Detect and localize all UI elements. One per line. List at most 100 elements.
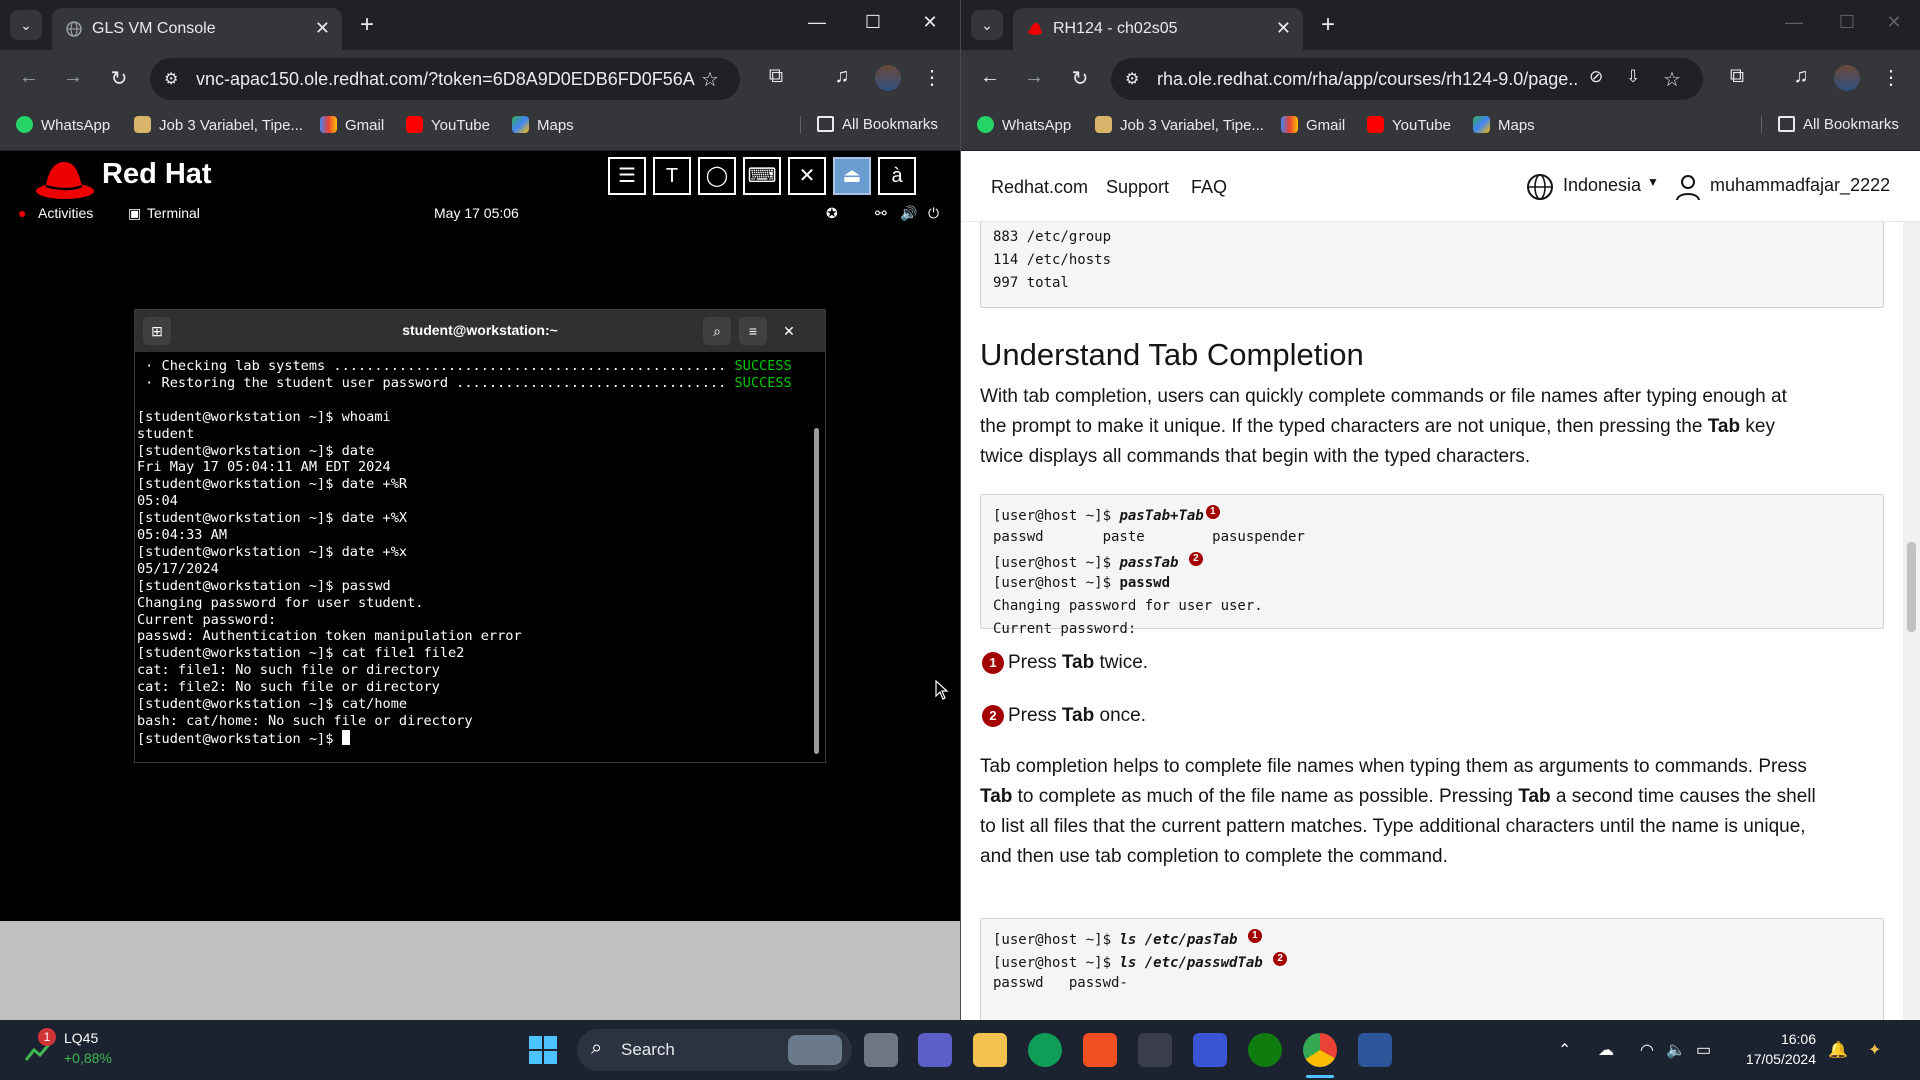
nav-link-faq[interactable]: FAQ [1191, 177, 1227, 198]
bookmark-youtube[interactable]: YouTube [1367, 116, 1451, 134]
bookmark-gmail[interactable]: Gmail [320, 116, 384, 134]
new-tab-button[interactable]: + [1313, 10, 1343, 40]
media-control-icon[interactable]: ♫ [828, 65, 856, 88]
all-bookmarks[interactable]: All Bookmarks [800, 116, 938, 133]
chrome-icon[interactable] [1303, 1033, 1337, 1067]
site-info-icon[interactable]: ⚙ [164, 69, 178, 89]
tab-rh124[interactable]: RH124 - ch02s05 ✕ [1013, 8, 1303, 50]
close-tab-icon[interactable]: ✕ [1276, 18, 1291, 39]
close-window-button[interactable]: ✕ [1874, 12, 1914, 33]
forward-button[interactable]: → [1019, 66, 1049, 89]
minimize-button[interactable]: — [1774, 12, 1814, 33]
vnc-scale-button[interactable]: ⏏ [833, 157, 871, 195]
task-view-icon[interactable] [864, 1033, 898, 1067]
vnc-refresh-button[interactable]: ◯ [698, 157, 736, 195]
bookmark-whatsapp[interactable]: WhatsApp [977, 116, 1071, 134]
back-button[interactable]: ← [14, 66, 44, 89]
copilot-icon[interactable]: ✦ [1868, 1040, 1881, 1060]
word-icon[interactable] [1358, 1033, 1392, 1067]
tab-search-button[interactable]: ⌄ [971, 10, 1003, 40]
wifi-icon[interactable]: ◠ [1640, 1040, 1654, 1060]
extensions-icon[interactable]: ⧉ [1723, 65, 1751, 88]
edge-icon[interactable] [1028, 1033, 1062, 1067]
username[interactable]: muhammadfajar_2222 [1710, 175, 1890, 196]
terminal-output[interactable]: · Checking lab systems .................… [137, 358, 807, 748]
tab-key-text: Tab [980, 786, 1013, 807]
new-tab-button[interactable]: + [352, 10, 382, 40]
install-app-icon[interactable]: ⇩ [1626, 67, 1640, 87]
nav-link-support[interactable]: Support [1106, 177, 1169, 198]
reload-button[interactable]: ↻ [104, 66, 134, 91]
battery-icon[interactable]: ▭ [1696, 1040, 1711, 1060]
terminal-scrollbar[interactable] [814, 428, 819, 754]
minimize-button[interactable]: — [797, 12, 837, 33]
power-icon[interactable]: ⏻ [928, 205, 939, 222]
bookmark-maps[interactable]: Maps [512, 116, 574, 134]
teams-icon[interactable] [918, 1033, 952, 1067]
reload-button[interactable]: ↻ [1065, 66, 1095, 91]
page-scrollbar[interactable] [1903, 222, 1920, 1020]
accessibility-icon[interactable]: ✪ [826, 205, 838, 222]
app-shield-icon[interactable] [1138, 1033, 1172, 1067]
network-icon[interactable]: ⚯ [875, 205, 887, 222]
forward-button[interactable]: → [58, 66, 88, 89]
maximize-button[interactable]: ☐ [853, 12, 893, 33]
back-button[interactable]: ← [975, 66, 1005, 89]
bookmark-star-icon[interactable]: ☆ [1663, 67, 1681, 92]
show-hidden-icons[interactable]: ⌃ [1558, 1040, 1571, 1060]
site-info-icon[interactable]: ⚙ [1125, 69, 1139, 89]
bookmark-job[interactable]: Job 3 Variabel, Tipe... [134, 116, 303, 134]
volume-icon[interactable]: 🔊 [900, 205, 917, 222]
taskbar-date[interactable]: 17/05/2024 [1730, 1051, 1816, 1067]
media-control-icon[interactable]: ♫ [1787, 65, 1815, 88]
bookmark-whatsapp[interactable]: WhatsApp [16, 116, 110, 134]
notifications-bell-icon[interactable]: 🔔 [1828, 1040, 1848, 1060]
bookmark-gmail[interactable]: Gmail [1281, 116, 1345, 134]
menu-kebab-icon[interactable]: ⋮ [1877, 65, 1905, 90]
all-bookmarks[interactable]: All Bookmarks [1761, 116, 1899, 133]
address-bar[interactable]: ⚙ rha.ole.redhat.com/rha/app/courses/rh1… [1111, 58, 1703, 100]
stock-name[interactable]: LQ45 [64, 1030, 98, 1046]
close-window-button[interactable]: ✕ [910, 12, 950, 33]
stock-widget-icon[interactable]: 1 [24, 1028, 56, 1066]
activities-button[interactable]: Activities [38, 205, 93, 221]
onedrive-icon[interactable]: ☁ [1598, 1040, 1614, 1060]
file-explorer-icon[interactable] [973, 1033, 1007, 1067]
gnome-clock[interactable]: May 17 05:06 [434, 205, 519, 221]
profile-avatar[interactable] [1834, 65, 1860, 91]
windows-start-icon[interactable] [528, 1035, 558, 1065]
menu-kebab-icon[interactable]: ⋮ [918, 65, 946, 90]
terminal-app-label[interactable]: Terminal [147, 205, 200, 221]
address-bar[interactable]: ⚙ vnc-apac150.ole.redhat.com/?token=6D8A… [150, 58, 740, 100]
bookmark-maps[interactable]: Maps [1473, 116, 1535, 134]
bookmark-job[interactable]: Job 3 Variabel, Tipe... [1095, 116, 1264, 134]
microsoft-store-icon[interactable] [1083, 1033, 1117, 1067]
hamburger-menu-icon[interactable]: ≡ [739, 317, 767, 345]
close-tab-icon[interactable]: ✕ [315, 18, 330, 39]
vnc-language-button[interactable]: à [878, 157, 916, 195]
language-selector[interactable]: Indonesia [1563, 175, 1641, 196]
vnc-type-text-button[interactable]: T [653, 157, 691, 195]
vnc-fullscreen-button[interactable]: ✕ [788, 157, 826, 195]
tab-gls-vm-console[interactable]: GLS VM Console ✕ [52, 8, 342, 50]
terminal-window[interactable]: ⊞ student@workstation:~ ⌕ ≡ ✕ · Checking… [134, 309, 826, 763]
xbox-icon[interactable] [1248, 1033, 1282, 1067]
vnc-keyboard-button[interactable]: ⌨ [743, 157, 781, 195]
close-icon[interactable]: ✕ [775, 317, 803, 345]
search-icon[interactable]: ⌕ [703, 317, 731, 345]
bookmark-youtube[interactable]: YouTube [406, 116, 490, 134]
taskbar-search[interactable]: ⌕ Search [577, 1029, 852, 1071]
taskbar-time[interactable]: 16:06 [1740, 1031, 1816, 1047]
tab-search-button[interactable]: ⌄ [10, 10, 42, 40]
caret-down-icon[interactable]: ▼ [1647, 175, 1659, 189]
extensions-icon[interactable]: ⧉ [762, 65, 790, 88]
nav-link-redhat[interactable]: Redhat.com [991, 177, 1088, 198]
profile-avatar[interactable] [875, 65, 901, 91]
maximize-button[interactable]: ☐ [1827, 12, 1867, 33]
app-editor-icon[interactable] [1193, 1033, 1227, 1067]
vnc-clipboard-button[interactable]: ☰ [608, 157, 646, 195]
camera-blocked-icon[interactable]: ⊘ [1589, 67, 1603, 87]
scroll-thumb[interactable] [1907, 542, 1916, 632]
bookmark-star-icon[interactable]: ☆ [701, 67, 719, 92]
speaker-icon[interactable]: 🔈 [1666, 1040, 1686, 1060]
